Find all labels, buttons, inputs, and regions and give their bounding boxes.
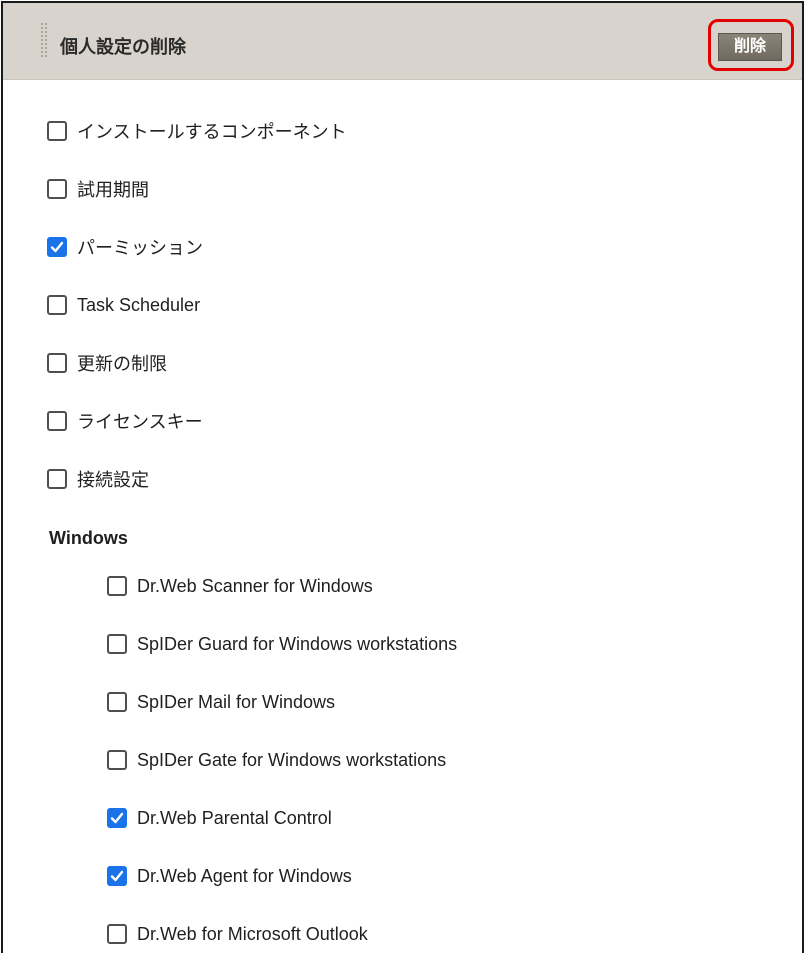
checkbox[interactable] bbox=[47, 353, 67, 373]
setting-item-components[interactable]: インストールするコンポーネント bbox=[47, 116, 347, 146]
checkbox[interactable] bbox=[47, 179, 67, 199]
setting-label: ライセンスキー bbox=[77, 412, 203, 432]
setting-label: パーミッション bbox=[77, 238, 203, 258]
checkbox[interactable] bbox=[107, 692, 127, 712]
setting-item-update-limits[interactable]: 更新の制限 bbox=[47, 348, 167, 378]
windows-item-label: Dr.Web for Microsoft Outlook bbox=[137, 923, 368, 944]
checkmark-icon bbox=[50, 241, 64, 253]
panel-frame: 個人設定の削除 削除 インストールするコンポーネント 試用期間 パーミッション … bbox=[1, 1, 804, 953]
setting-label: 更新の制限 bbox=[77, 354, 167, 374]
panel-title: 個人設定の削除 bbox=[60, 37, 186, 57]
windows-item-scanner[interactable]: Dr.Web Scanner for Windows bbox=[107, 571, 373, 601]
windows-item-spider-mail[interactable]: SpIDer Mail for Windows bbox=[107, 687, 335, 717]
windows-item-label: SpIDer Mail for Windows bbox=[137, 691, 336, 712]
windows-item-outlook[interactable]: Dr.Web for Microsoft Outlook bbox=[107, 919, 368, 949]
windows-item-spider-guard[interactable]: SpIDer Guard for Windows workstations bbox=[107, 629, 457, 659]
checkbox[interactable] bbox=[47, 237, 67, 257]
windows-item-label: Dr.Web Agent for Windows bbox=[137, 865, 352, 886]
setting-item-license-key[interactable]: ライセンスキー bbox=[47, 406, 203, 436]
delete-button[interactable]: 削除 bbox=[718, 33, 782, 61]
windows-item-parental-control[interactable]: Dr.Web Parental Control bbox=[107, 803, 332, 833]
checkbox[interactable] bbox=[47, 121, 67, 141]
checkbox[interactable] bbox=[47, 469, 67, 489]
windows-item-agent[interactable]: Dr.Web Agent for Windows bbox=[107, 861, 352, 891]
setting-item-permissions[interactable]: パーミッション bbox=[47, 232, 203, 262]
setting-item-trial[interactable]: 試用期間 bbox=[47, 174, 149, 204]
setting-label: 接続設定 bbox=[77, 470, 149, 490]
settings-list: インストールするコンポーネント 試用期間 パーミッション Task Schedu… bbox=[47, 99, 802, 953]
setting-label: インストールするコンポーネント bbox=[77, 122, 347, 142]
checkbox[interactable] bbox=[107, 576, 127, 596]
setting-item-task-scheduler[interactable]: Task Scheduler bbox=[47, 290, 200, 320]
checkbox[interactable] bbox=[47, 295, 67, 315]
checkbox[interactable] bbox=[107, 924, 127, 944]
checkbox[interactable] bbox=[107, 866, 127, 886]
drag-grip-icon[interactable] bbox=[41, 23, 47, 57]
checkbox[interactable] bbox=[107, 750, 127, 770]
setting-item-connection[interactable]: 接続設定 bbox=[47, 464, 149, 494]
checkmark-icon bbox=[110, 812, 124, 824]
panel-header: 個人設定の削除 削除 bbox=[3, 3, 802, 80]
checkbox[interactable] bbox=[107, 634, 127, 654]
setting-label: 試用期間 bbox=[77, 180, 149, 200]
checkbox[interactable] bbox=[107, 808, 127, 828]
section-heading-windows: Windows bbox=[49, 528, 128, 548]
windows-item-spider-gate[interactable]: SpIDer Gate for Windows workstations bbox=[107, 745, 446, 775]
checkmark-icon bbox=[110, 870, 124, 882]
setting-label: Task Scheduler bbox=[77, 294, 201, 315]
windows-item-label: SpIDer Guard for Windows workstations bbox=[137, 633, 458, 654]
checkbox[interactable] bbox=[47, 411, 67, 431]
windows-item-label: SpIDer Gate for Windows workstations bbox=[137, 749, 447, 770]
windows-item-label: Dr.Web Parental Control bbox=[137, 807, 332, 828]
windows-item-label: Dr.Web Scanner for Windows bbox=[137, 575, 373, 596]
